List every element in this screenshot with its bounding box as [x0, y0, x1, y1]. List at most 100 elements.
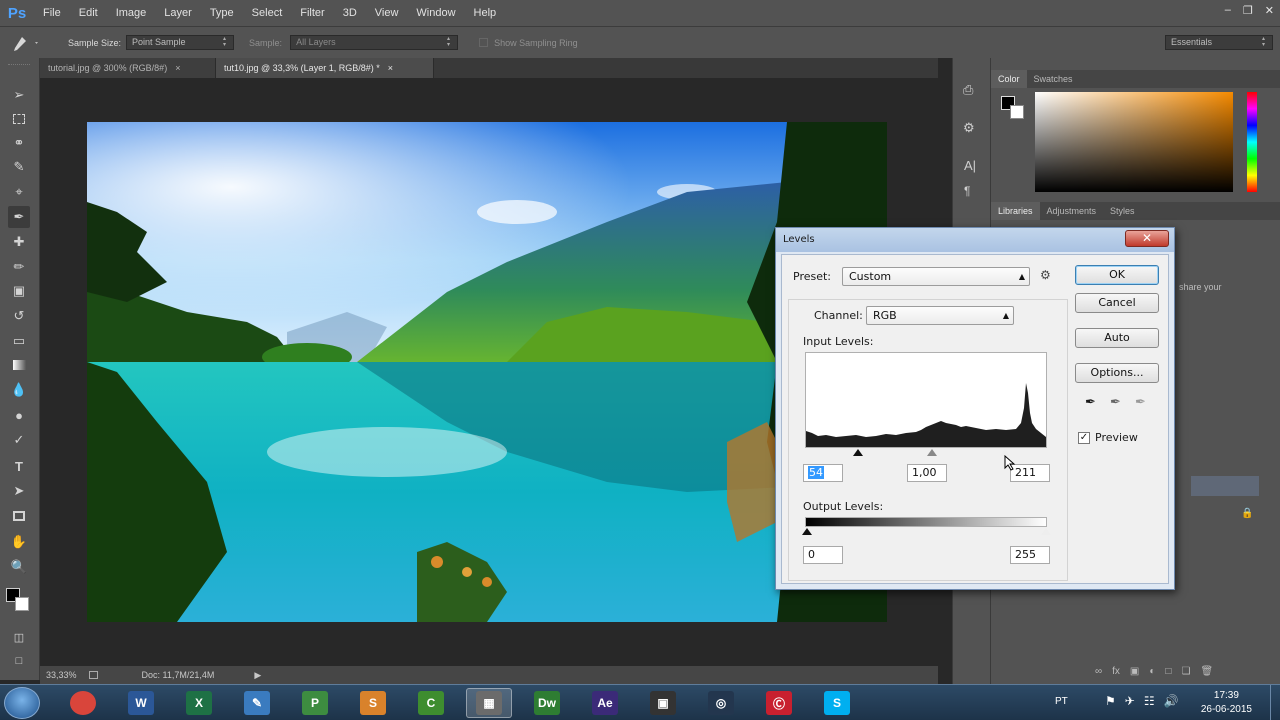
minimize-icon[interactable]: –: [1225, 4, 1231, 17]
taskbar-notepad-button[interactable]: ✎: [234, 688, 280, 718]
action-center-icon[interactable]: ✈: [1125, 694, 1135, 708]
fx-icon[interactable]: fx: [1112, 666, 1120, 677]
share-icon[interactable]: [88, 671, 98, 679]
workspace-dropdown[interactable]: Essentials: [1165, 35, 1273, 50]
menu-type[interactable]: Type: [201, 0, 243, 26]
windows-flag-icon[interactable]: ⚑: [1105, 694, 1116, 708]
taskbar-calculator-button[interactable]: ▦: [466, 688, 512, 718]
taskbar-publisher-button[interactable]: P: [292, 688, 338, 718]
volume-icon[interactable]: 🔊: [1164, 694, 1179, 708]
black-point-eyedropper-icon[interactable]: ✒: [1085, 395, 1096, 410]
start-button[interactable]: [4, 687, 40, 719]
tab-styles[interactable]: Styles: [1103, 202, 1142, 220]
menu-filter[interactable]: Filter: [291, 0, 333, 26]
taskbar-excel-button[interactable]: X: [176, 688, 222, 718]
character-panel-icon[interactable]: A|: [964, 158, 976, 173]
dodge-tool-icon[interactable]: ●: [8, 404, 30, 426]
menu-3d[interactable]: 3D: [334, 0, 366, 26]
crop-tool-icon[interactable]: ⌖: [8, 181, 30, 203]
menu-layer[interactable]: Layer: [155, 0, 201, 26]
menu-select[interactable]: Select: [243, 0, 292, 26]
move-tool-icon[interactable]: ➢: [8, 84, 30, 106]
taskbar-dreamweaver-button[interactable]: Dw: [524, 688, 570, 718]
new-layer-icon[interactable]: ❏: [1181, 666, 1190, 677]
zoom-level[interactable]: 33,33%: [46, 670, 77, 680]
preset-dropdown[interactable]: Custom ▲: [842, 267, 1030, 286]
taskbar-word-button[interactable]: W: [118, 688, 164, 718]
gradient-tool-icon[interactable]: [8, 354, 30, 376]
trash-icon[interactable]: 🗑: [1200, 666, 1213, 677]
output-black-field[interactable]: 0: [803, 546, 843, 564]
menu-view[interactable]: View: [366, 0, 408, 26]
eyedropper-tool-icon[interactable]: [0, 28, 40, 58]
input-black-field[interactable]: 54: [803, 464, 843, 482]
close-icon[interactable]: ✕: [1265, 4, 1274, 17]
language-indicator[interactable]: PT: [1055, 696, 1068, 707]
history-brush-tool-icon[interactable]: ↺: [8, 305, 30, 327]
background-color-swatch[interactable]: [15, 597, 29, 611]
options-button[interactable]: Options...: [1075, 363, 1159, 383]
taskbar-cinema4d-button[interactable]: ◎: [698, 688, 744, 718]
taskbar-camtasia-button[interactable]: C: [408, 688, 454, 718]
tab-color[interactable]: Color: [991, 70, 1027, 88]
sample-dropdown[interactable]: All Layers: [290, 35, 459, 50]
output-white-slider[interactable]: [1041, 528, 1051, 535]
auto-button[interactable]: Auto: [1075, 328, 1159, 348]
eraser-tool-icon[interactable]: ▭: [8, 330, 30, 352]
menu-file[interactable]: File: [34, 0, 70, 26]
document-image[interactable]: [87, 122, 887, 622]
type-tool-icon[interactable]: T: [8, 455, 30, 477]
cancel-button[interactable]: Cancel: [1075, 293, 1159, 313]
tab-tutorial[interactable]: tutorial.jpg @ 300% (RGB/8#) ×: [40, 58, 216, 78]
channel-dropdown[interactable]: RGB ▲: [866, 306, 1014, 325]
group-icon[interactable]: □: [1165, 666, 1171, 677]
tab-libraries[interactable]: Libraries: [991, 202, 1040, 220]
adjustment-layer-icon[interactable]: ◐: [1149, 666, 1155, 677]
dialog-close-button[interactable]: ✕: [1125, 230, 1169, 247]
paragraph-panel-icon[interactable]: ¶: [964, 184, 970, 198]
zoom-tool-icon[interactable]: 🔍: [8, 556, 30, 578]
close-icon[interactable]: ×: [175, 58, 180, 78]
blur-tool-icon[interactable]: 💧: [8, 379, 30, 401]
preview-checkbox[interactable]: ✓: [1078, 432, 1090, 444]
brush-tool-icon[interactable]: ✏: [8, 256, 30, 278]
menu-help[interactable]: Help: [465, 0, 506, 26]
taskbar-chrome-button[interactable]: [60, 688, 106, 718]
tab-tut10[interactable]: tut10.jpg @ 33,3% (Layer 1, RGB/8#) * ×: [216, 58, 434, 78]
gray-point-eyedropper-icon[interactable]: ✒: [1110, 395, 1121, 410]
path-selection-tool-icon[interactable]: ➤: [8, 480, 30, 502]
pen-tool-icon[interactable]: ✓: [8, 429, 30, 451]
properties-panel-icon[interactable]: ⚙: [963, 120, 975, 136]
screen-mode-icon[interactable]: □: [8, 650, 30, 672]
close-icon[interactable]: ×: [388, 58, 393, 78]
output-black-slider[interactable]: [802, 528, 812, 535]
network-icon[interactable]: ☷: [1144, 694, 1155, 708]
healing-brush-tool-icon[interactable]: ✚: [8, 231, 30, 253]
input-gamma-field[interactable]: 1,00: [907, 464, 947, 482]
hand-tool-icon[interactable]: ✋: [8, 531, 30, 553]
menu-image[interactable]: Image: [107, 0, 156, 26]
layer-row-selected[interactable]: [1191, 476, 1259, 496]
taskbar-filmstrip-button[interactable]: ▣: [640, 688, 686, 718]
preset-options-gear-icon[interactable]: ⚙: [1040, 268, 1051, 282]
hue-slider[interactable]: [1247, 92, 1257, 192]
link-layers-icon[interactable]: ∞: [1095, 666, 1102, 677]
menu-edit[interactable]: Edit: [70, 0, 107, 26]
restore-icon[interactable]: ❐: [1243, 4, 1253, 17]
status-menu-arrow-icon[interactable]: ▶: [254, 670, 261, 681]
tab-adjustments[interactable]: Adjustments: [1040, 202, 1104, 220]
white-point-eyedropper-icon[interactable]: ✒: [1135, 395, 1146, 410]
mask-icon[interactable]: ▣: [1130, 666, 1139, 677]
history-panel-icon[interactable]: ⎙: [963, 82, 973, 98]
taskbar-sublime-button[interactable]: S: [350, 688, 396, 718]
background-color-swatch[interactable]: [1010, 105, 1024, 119]
ok-button[interactable]: OK: [1075, 265, 1159, 285]
input-black-slider[interactable]: [853, 449, 863, 456]
clone-stamp-tool-icon[interactable]: ▣: [8, 280, 30, 302]
eyedropper-tool-icon[interactable]: ✒: [8, 206, 30, 228]
taskbar-aftereffects-button[interactable]: Ae: [582, 688, 628, 718]
tab-swatches[interactable]: Swatches: [1027, 70, 1080, 88]
show-desktop-button[interactable]: [1270, 685, 1280, 720]
sample-size-dropdown[interactable]: Point Sample: [126, 35, 235, 50]
rectangle-tool-icon[interactable]: [8, 505, 30, 527]
